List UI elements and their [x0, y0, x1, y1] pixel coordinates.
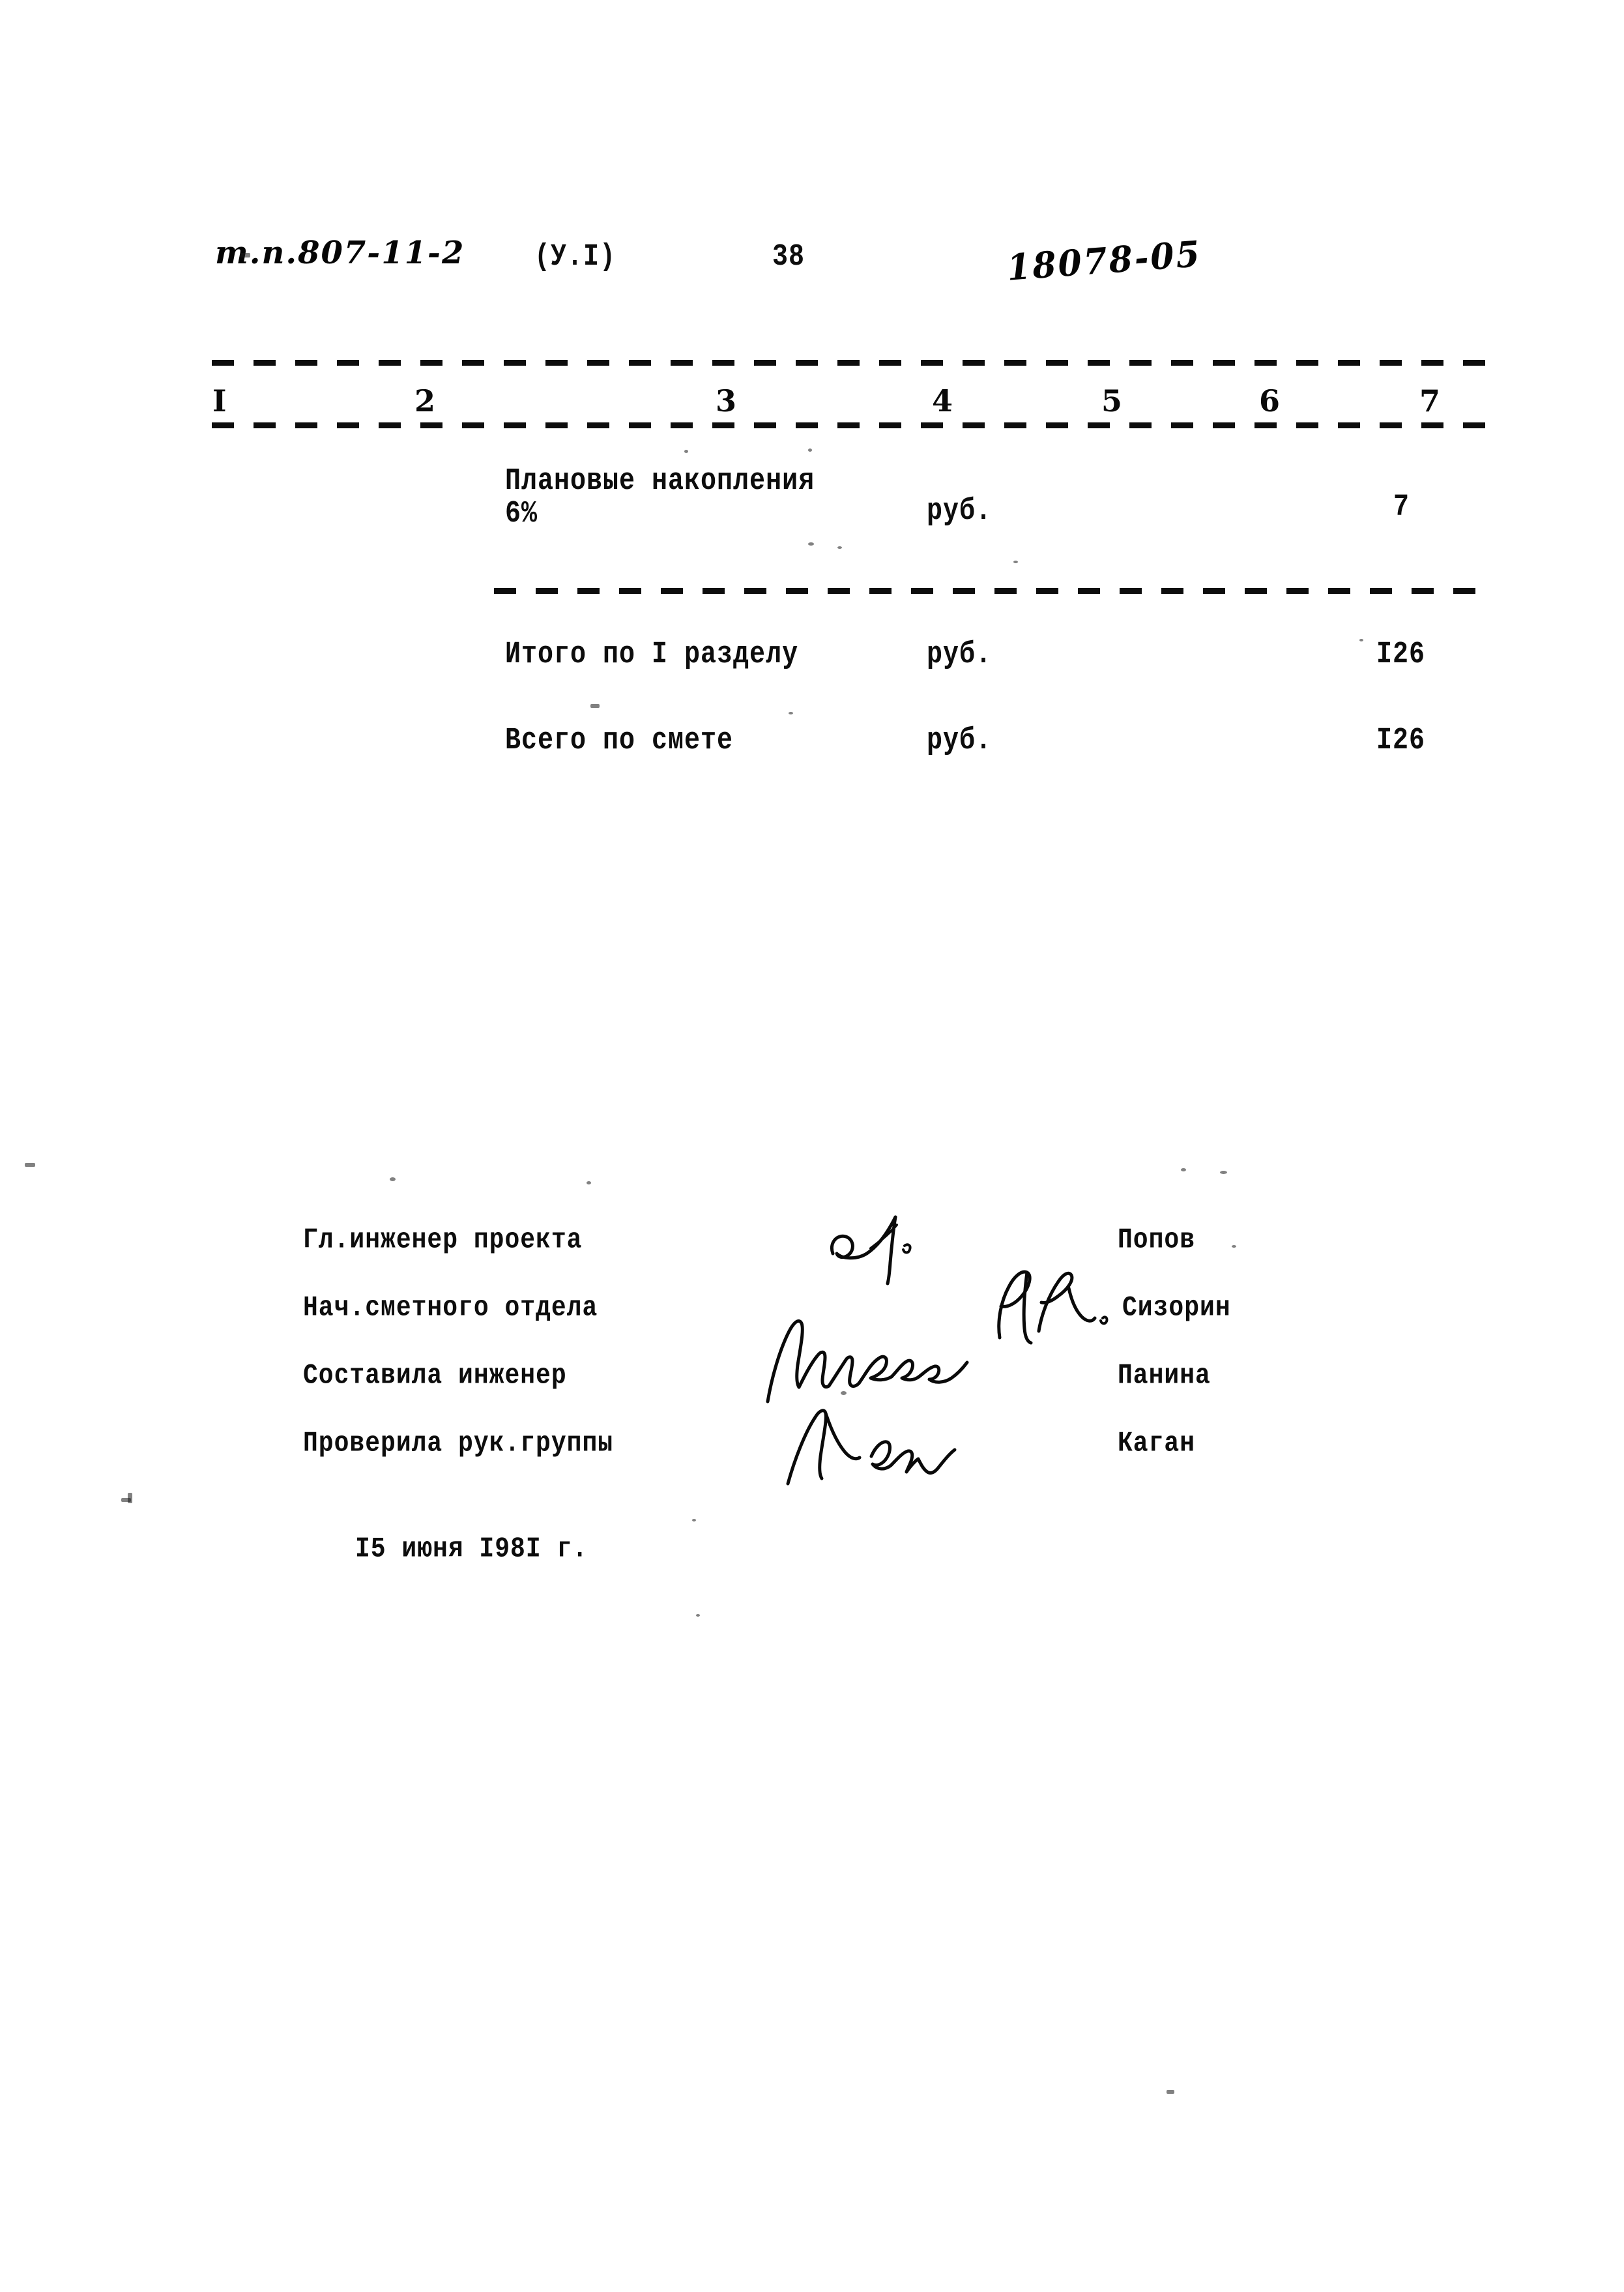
row-unit: руб.: [927, 724, 993, 759]
row-description-secondary: 6%: [505, 497, 538, 532]
row-amount: I26: [1376, 724, 1426, 759]
row-unit: руб.: [927, 638, 993, 673]
scan-speck: [1232, 1245, 1236, 1248]
scan-speck: [128, 1493, 132, 1503]
column-number-6: 6: [1259, 383, 1281, 419]
row-description: Всего по смете: [505, 724, 734, 759]
row-description: Итого по I разделу: [505, 638, 799, 673]
scan-speck: [390, 1177, 396, 1181]
row-description: Плановые накопления: [505, 464, 815, 499]
scan-speck: [696, 1614, 700, 1617]
archive-number: 18078-05: [1006, 233, 1203, 289]
scan-speck: [1167, 2090, 1174, 2094]
project-code: т.п.807-11-2: [215, 235, 465, 271]
scan-speck: [25, 1163, 35, 1167]
volume-reference: (У.I): [534, 240, 616, 275]
column-number-2: 2: [414, 383, 436, 419]
signature-role: Гл.инженер проекта: [303, 1224, 583, 1257]
scan-speck: [1220, 1171, 1227, 1174]
scan-speck: [841, 1391, 847, 1395]
row-amount: I26: [1376, 638, 1426, 673]
scan-speck: [1181, 1168, 1186, 1171]
signature-role: Нач.сметного отдела: [303, 1292, 598, 1325]
scan-speck: [1013, 561, 1018, 563]
document-page: т.п.807-11-2 (У.I) 38 18078-05 I 2 3 4 5…: [0, 0, 1624, 2292]
scan-speck: [590, 704, 600, 708]
scan-speck: [1359, 639, 1363, 641]
column-number-7: 7: [1419, 383, 1441, 419]
scan-speck: [684, 450, 688, 453]
signature-mark-kagan: [779, 1400, 961, 1491]
scan-speck: [587, 1181, 591, 1184]
signature-name: Панина: [1118, 1360, 1211, 1392]
scan-speck: [808, 542, 814, 546]
signature-name: Сизорин: [1122, 1292, 1231, 1325]
document-date: I5 июня I98I г.: [355, 1533, 588, 1566]
signature-name: Каган: [1118, 1428, 1196, 1460]
table-rule-under-headers: [212, 422, 1486, 428]
row-unit: руб.: [927, 494, 993, 529]
signature-mark-popov: [828, 1203, 997, 1287]
signature-mark-mikheeva: [761, 1310, 976, 1408]
scan-speck: [692, 1519, 696, 1521]
column-number-4: 4: [932, 383, 953, 419]
signature-name: Попов: [1118, 1224, 1196, 1257]
scan-speck: [837, 546, 842, 549]
signature-role: Составила инженер: [303, 1360, 567, 1392]
page-number: 38: [772, 240, 805, 275]
scan-speck: [789, 712, 793, 714]
signature-mark-sizorin: [991, 1258, 1134, 1349]
row-amount: 7: [1393, 490, 1410, 525]
scan-speck: [808, 448, 812, 452]
scan-speck: [240, 253, 250, 257]
signature-role: Проверила рук.группы: [303, 1428, 614, 1460]
column-number-3: 3: [716, 383, 737, 419]
column-number-1: I: [212, 383, 227, 419]
table-rule-above-totals: [494, 588, 1486, 594]
column-number-5: 5: [1101, 383, 1123, 419]
table-rule-top: [212, 360, 1486, 366]
